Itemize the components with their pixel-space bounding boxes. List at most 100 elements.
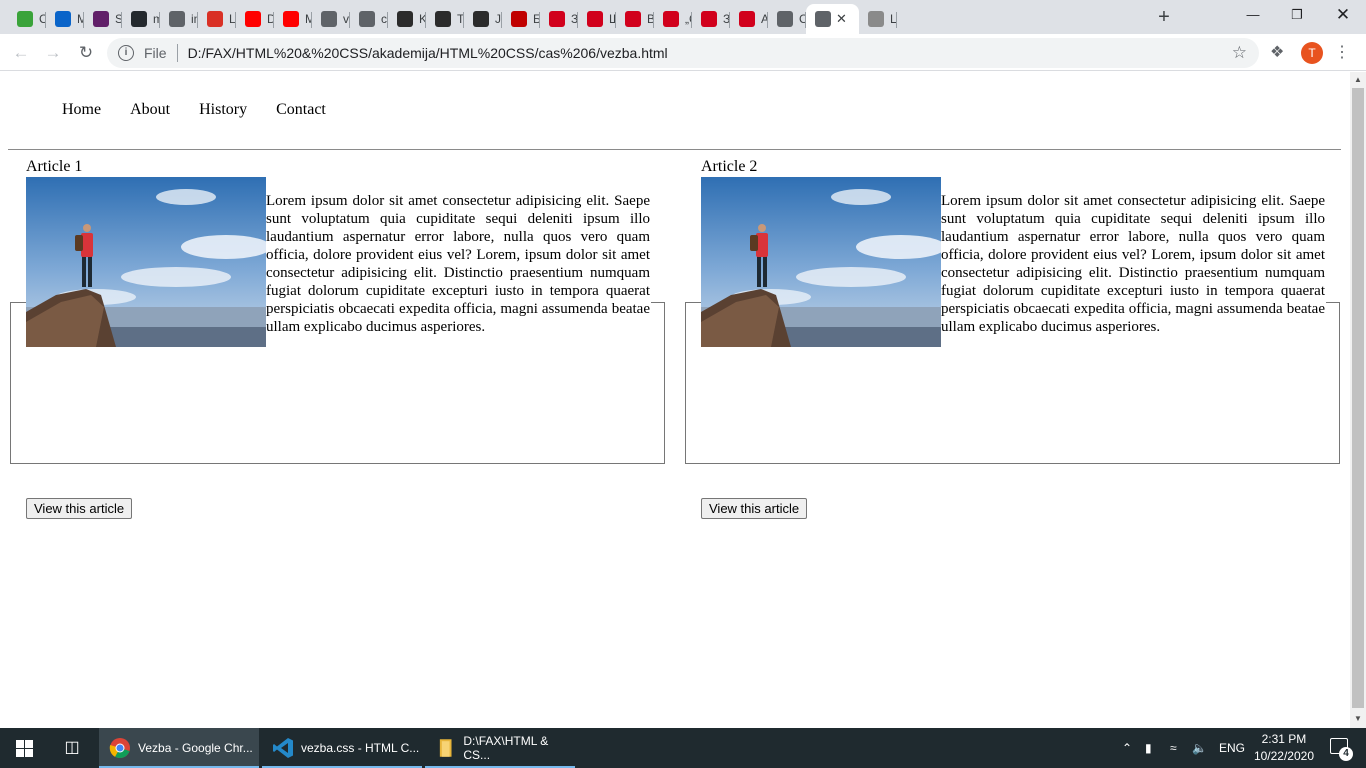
- task-view-icon[interactable]: ◫: [48, 728, 96, 768]
- nav-link-contact[interactable]: Contact: [276, 101, 326, 119]
- github-icon: [131, 11, 147, 27]
- close-tab-icon[interactable]: ✕: [836, 11, 847, 27]
- clock-time: 2:31 PM: [1261, 732, 1307, 746]
- browser-tab[interactable]: За: [692, 4, 730, 34]
- crest-icon: [868, 11, 884, 27]
- slack-icon: [93, 11, 109, 27]
- article-card: Article 2 Lorem ipsum dolor sit amet con…: [685, 158, 1340, 519]
- restore-icon[interactable]: ❐: [1274, 0, 1320, 30]
- chrome-icon: [109, 738, 130, 759]
- browser-tab[interactable]: M: [274, 4, 312, 34]
- browser-tab[interactable]: m: [122, 4, 160, 34]
- article-image: [26, 177, 266, 347]
- browser-tab[interactable]: Ве: [616, 4, 654, 34]
- site-nav: Home About History Contact: [62, 101, 355, 119]
- article-image: [701, 177, 941, 347]
- browser-tab[interactable]: Бі: [502, 4, 540, 34]
- scrollbar-thumb[interactable]: [1352, 88, 1364, 708]
- url-text[interactable]: D:/FAX/HTML%20&%20CSS/akademija/HTML%20C…: [188, 45, 668, 61]
- infinity-icon: [397, 11, 413, 27]
- battery-icon[interactable]: ▮: [1145, 728, 1152, 768]
- browser-tab[interactable]: За: [540, 4, 578, 34]
- taskbar-app-label: vezba.css - HTML C...: [301, 741, 420, 755]
- edu-icon: [17, 11, 33, 27]
- page-viewport: Home About History Contact Article 1 Lor…: [0, 72, 1350, 728]
- scroll-up-icon[interactable]: ▲: [1354, 75, 1362, 84]
- windows-logo-icon: [15, 739, 33, 757]
- language-indicator[interactable]: ENG: [1219, 728, 1245, 768]
- taskbar-app-label: D:\FAX\HTML & CS...: [463, 734, 549, 762]
- browser-tab[interactable]: K:: [388, 4, 426, 34]
- nav-link-home[interactable]: Home: [62, 101, 101, 119]
- vscode-icon: [273, 738, 293, 758]
- outlook-icon: [55, 11, 71, 27]
- infinity-icon: [435, 11, 451, 27]
- youtube-icon: [245, 11, 261, 27]
- browser-tab[interactable]: С: [768, 4, 806, 34]
- info-icon[interactable]: i: [118, 45, 134, 61]
- article-text: Lorem ipsum dolor sit amet consectetur a…: [941, 193, 1325, 335]
- minimize-icon[interactable]: —: [1230, 0, 1276, 30]
- globe-icon: [359, 11, 375, 27]
- browser-tab[interactable]: ca: [350, 4, 388, 34]
- browser-tab[interactable]: Sl: [84, 4, 122, 34]
- browser-tab[interactable]: Ш: [578, 4, 616, 34]
- new-tab-button[interactable]: +: [1152, 6, 1176, 30]
- browser-tab[interactable]: ve: [312, 4, 350, 34]
- nav-link-about[interactable]: About: [130, 101, 170, 119]
- bookmark-star-icon[interactable]: ☆: [1232, 43, 1247, 63]
- article-card: Article 1 Lorem ipsum dolor sit amet con…: [10, 158, 665, 519]
- hiker-on-cliff-photo: [701, 177, 941, 347]
- address-bar[interactable]: i File D:/FAX/HTML%20&%20CSS/akademija/H…: [107, 38, 1259, 68]
- globe-icon: [321, 11, 337, 27]
- browser-tab[interactable]: „С: [654, 4, 692, 34]
- infinity-icon: [473, 11, 489, 27]
- volume-icon[interactable]: 🔈: [1192, 728, 1207, 768]
- close-window-icon[interactable]: ✕: [1320, 0, 1366, 30]
- folder-icon: [439, 739, 452, 757]
- taskbar-app-explorer[interactable]: D:\FAX\HTML & CS...: [425, 728, 575, 768]
- back-icon[interactable]: ←: [9, 41, 33, 65]
- youtube-icon: [283, 11, 299, 27]
- browser-tab[interactable]: D.: [236, 4, 274, 34]
- forward-icon[interactable]: →: [41, 41, 65, 65]
- phi-icon: [663, 11, 679, 27]
- browser-tab[interactable]: Le: [198, 4, 236, 34]
- browser-tab[interactable]: А: [730, 4, 768, 34]
- notification-count-badge: 4: [1339, 747, 1353, 761]
- reload-icon[interactable]: ↻: [74, 41, 98, 65]
- n-icon: [587, 11, 603, 27]
- vertical-scrollbar[interactable]: ▲ ▼: [1350, 72, 1366, 728]
- browser-tab[interactable]: Tr: [426, 4, 464, 34]
- browser-tab[interactable]: Ц: [859, 4, 897, 34]
- browser-tab[interactable]: ✕: [806, 4, 859, 34]
- profile-avatar[interactable]: T: [1301, 42, 1323, 64]
- browser-tab[interactable]: M: [46, 4, 84, 34]
- n-icon: [625, 11, 641, 27]
- globe-icon: [815, 11, 831, 27]
- url-scheme: File: [144, 45, 167, 61]
- system-clock[interactable]: 2:31 PM 10/22/2020: [1254, 731, 1314, 765]
- show-hidden-icons-chevron-icon[interactable]: ⌃: [1122, 728, 1132, 768]
- view-article-button[interactable]: View this article: [701, 498, 808, 519]
- nav-link-history[interactable]: History: [199, 101, 247, 119]
- taskbar-app-vscode[interactable]: vezba.css - HTML C...: [262, 728, 422, 768]
- phi-icon: [739, 11, 755, 27]
- browser-tab[interactable]: in: [160, 4, 198, 34]
- globe-icon: [777, 11, 793, 27]
- browser-tab[interactable]: Ja: [464, 4, 502, 34]
- horizontal-rule: [8, 149, 1341, 150]
- view-article-button[interactable]: View this article: [26, 498, 133, 519]
- browser-toolbar: ← → ↻ i File D:/FAX/HTML%20&%20CSS/akade…: [0, 34, 1366, 71]
- browser-tab[interactable]: CS: [8, 4, 46, 34]
- menu-kebab-icon[interactable]: ⋮: [1334, 41, 1350, 65]
- globe-icon: [169, 11, 185, 27]
- tab-strip: + — ❐ ✕ CSMSlminLeD.MvecaK:TrJaБіЗаШВе„С…: [0, 0, 1366, 34]
- windows-start-button[interactable]: [0, 728, 48, 768]
- wifi-icon[interactable]: ≈: [1170, 728, 1177, 768]
- leetcode-icon: [207, 11, 223, 27]
- article-legend: Article 1: [26, 158, 83, 175]
- taskbar-app-chrome[interactable]: Vezba - Google Chr...: [99, 728, 259, 768]
- extensions-puzzle-icon[interactable]: ❖: [1270, 42, 1284, 62]
- scroll-down-icon[interactable]: ▼: [1354, 714, 1362, 723]
